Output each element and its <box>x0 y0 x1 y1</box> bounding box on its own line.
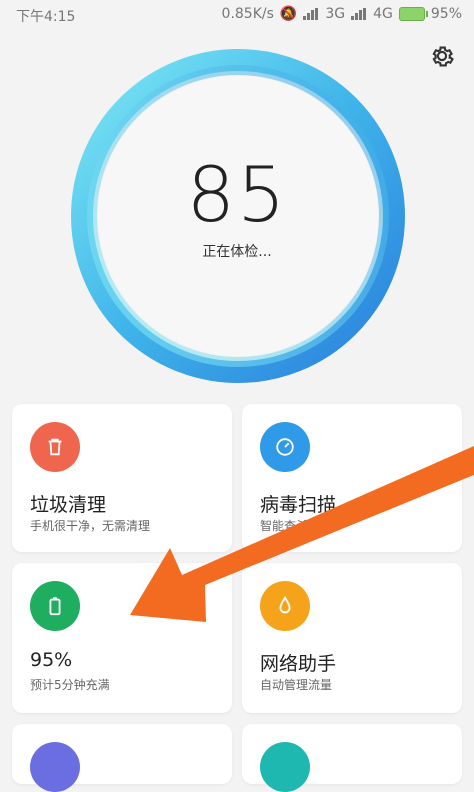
app-icon <box>260 742 310 792</box>
card-subtitle: 预计5分钟充满 <box>30 678 110 692</box>
card-title: 网络助手 <box>260 653 337 675</box>
card-network-assistant[interactable]: 网络助手 自动管理流量 <box>242 563 462 713</box>
health-score: 85 <box>186 150 288 239</box>
signal-icon <box>303 8 319 20</box>
card-subtitle: 自动管理流量 <box>260 678 333 692</box>
scan-status-text: 正在体检... <box>202 244 272 260</box>
battery-status-icon <box>398 7 428 21</box>
gauge-icon <box>260 422 310 472</box>
settings-gear-icon[interactable] <box>428 42 456 70</box>
net-speed: 0.85K/s <box>221 6 274 22</box>
card-title: 95% <box>30 649 73 671</box>
status-time: 下午4:15 <box>16 9 76 25</box>
card-subtitle: 手机很干净，无需清理 <box>30 519 151 533</box>
app-icon <box>30 742 80 792</box>
status-bar: 下午4:15 0.85K/s 🔕 3G 4G 95% <box>0 0 474 30</box>
status-right: 0.85K/s 🔕 3G 4G 95% <box>222 6 462 22</box>
battery-percent: 95% <box>430 6 462 22</box>
card-virus-scan[interactable]: 病毒扫描 智能查杀 <box>242 404 462 552</box>
network-4g: 4G <box>373 6 393 22</box>
card-title: 垃圾清理 <box>30 494 107 516</box>
card-subtitle: 智能查杀 <box>260 519 309 533</box>
card-title: 病毒扫描 <box>260 494 337 516</box>
mute-icon: 🔕 <box>279 6 298 22</box>
droplet-icon <box>260 581 310 631</box>
battery-icon <box>30 581 80 631</box>
network-3g: 3G <box>325 6 346 22</box>
card-partial-left[interactable] <box>12 724 232 792</box>
card-junk-clean[interactable]: 垃圾清理 手机很干净，无需清理 <box>12 404 232 552</box>
card-partial-right[interactable] <box>242 724 462 792</box>
trash-icon <box>30 422 80 472</box>
signal-hd-icon <box>351 8 367 20</box>
card-battery[interactable]: 95% 预计5分钟充满 <box>12 563 232 713</box>
